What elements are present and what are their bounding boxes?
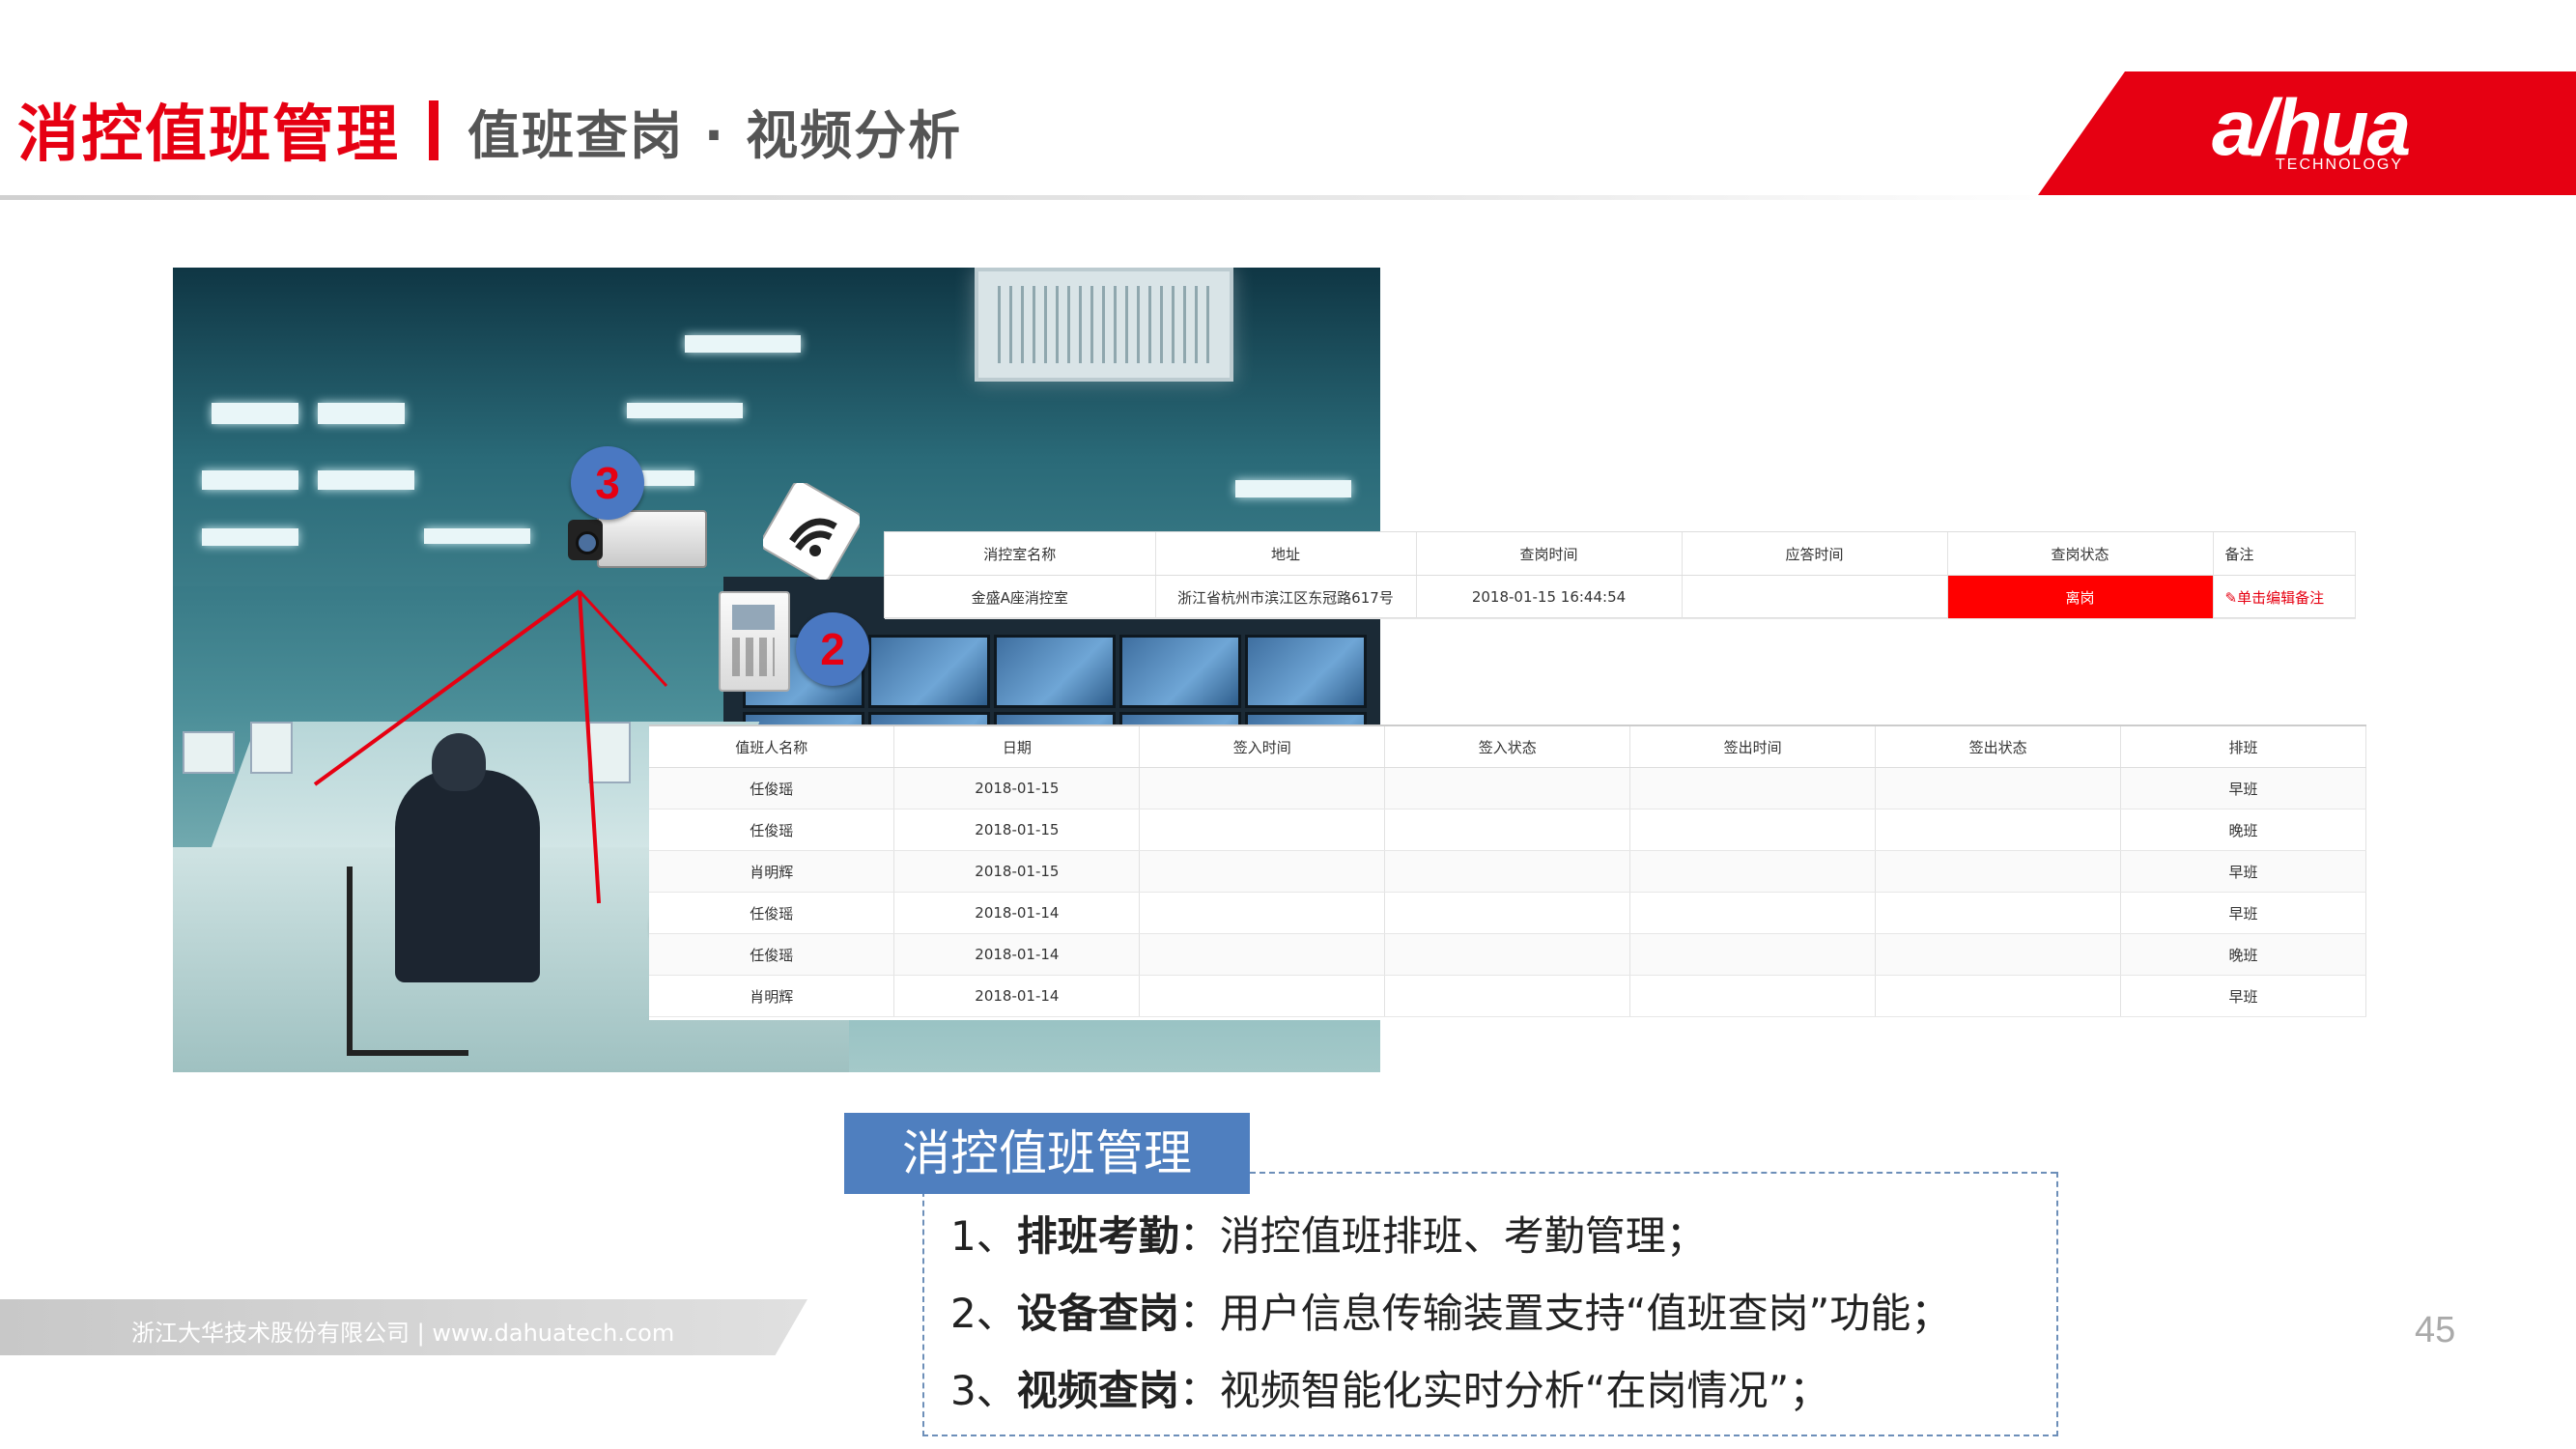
column-header: 签出状态: [1875, 726, 2122, 768]
column-header: 地址: [1155, 532, 1417, 576]
column-header: 签出时间: [1629, 726, 1877, 768]
badge-2: 2: [796, 612, 869, 686]
column-header: 排班: [2120, 726, 2366, 768]
transmission-device-icon: [719, 591, 790, 692]
date-cell: 2018-01-15: [893, 850, 1141, 893]
answer-time-cell: [1682, 575, 1948, 619]
sign-in-status-cell: [1384, 767, 1631, 810]
shift-cell: 晚班: [2120, 809, 2366, 851]
sign-in-status-cell: [1384, 933, 1631, 976]
footer-company: 浙江大华技术股份有限公司 | www.dahuatech.com: [131, 1320, 675, 1347]
sign-in-time-cell: [1139, 850, 1386, 893]
date-cell: 2018-01-15: [893, 767, 1141, 810]
column-header: 查岗时间: [1416, 532, 1683, 576]
edit-note-label: 单击编辑备注: [2237, 588, 2325, 607]
shift-cell: 早班: [2120, 767, 2366, 810]
feature-item: 2、设备查岗：用户信息传输装置支持“值班查岗”功能；: [950, 1290, 1952, 1337]
table-row: 任俊瑶 2018-01-15 早班: [649, 767, 2366, 810]
sign-out-time-cell: [1629, 933, 1877, 976]
sign-in-time-cell: [1139, 892, 1386, 934]
sign-out-time-cell: [1629, 809, 1877, 851]
table-row: 肖明辉 2018-01-15 早班: [649, 850, 2366, 893]
sign-out-status-cell: [1875, 975, 2122, 1017]
sign-in-time-cell: [1139, 975, 1386, 1017]
name-cell: 任俊瑶: [649, 767, 895, 810]
shift-cell: 早班: [2120, 850, 2366, 893]
table-header-row: 消控室名称 地址 查岗时间 应答时间 查岗状态 备注: [885, 532, 2356, 576]
name-cell: 任俊瑶: [649, 933, 895, 976]
table-row: 任俊瑶 2018-01-14 晚班: [649, 933, 2366, 976]
sign-in-time-cell: [1139, 767, 1386, 810]
shift-cell: 早班: [2120, 975, 2366, 1017]
table-row: 任俊瑶 2018-01-14 早班: [649, 892, 2366, 934]
date-cell: 2018-01-15: [893, 809, 1141, 851]
column-header: 查岗状态: [1947, 532, 2214, 576]
date-cell: 2018-01-14: [893, 892, 1141, 934]
sign-out-time-cell: [1629, 892, 1877, 934]
wireless-icon: [763, 483, 860, 580]
sign-out-status-cell: [1875, 892, 2122, 934]
feature-item: 1、排班考勤：消控值班排班、考勤管理；: [950, 1212, 1707, 1260]
sign-in-time-cell: [1139, 933, 1386, 976]
column-header: 签入状态: [1384, 726, 1631, 768]
page-number: 45: [2415, 1310, 2456, 1350]
table-header-row: 值班人名称 日期 签入时间 签入状态 签出时间 签出状态 排班: [649, 726, 2366, 768]
duty-roster-table: 值班人名称 日期 签入时间 签入状态 签出时间 签出状态 排班 任俊瑶 2018…: [649, 724, 2366, 1020]
date-cell: 2018-01-14: [893, 975, 1141, 1017]
column-header: 备注: [2213, 532, 2356, 576]
table-row: 肖明辉 2018-01-14 早班: [649, 975, 2366, 1017]
address-cell: 浙江省杭州市滨江区东冠路617号: [1155, 575, 1417, 619]
name-cell: 任俊瑶: [649, 892, 895, 934]
badge-3: 3: [571, 446, 644, 520]
feature-box-title: 消控值班管理: [844, 1113, 1250, 1194]
inspection-status-table: 消控室名称 地址 查岗时间 应答时间 查岗状态 备注 金盛A座消控室 浙江省杭州…: [884, 531, 2356, 619]
column-header: 日期: [893, 726, 1141, 768]
sign-in-status-cell: [1384, 809, 1631, 851]
sign-out-time-cell: [1629, 850, 1877, 893]
sign-in-status-cell: [1384, 975, 1631, 1017]
sign-out-status-cell: [1875, 767, 2122, 810]
sign-out-status-cell: [1875, 850, 2122, 893]
column-header: 值班人名称: [649, 726, 895, 768]
name-cell: 肖明辉: [649, 850, 895, 893]
sign-in-time-cell: [1139, 809, 1386, 851]
sign-out-status-cell: [1875, 809, 2122, 851]
feature-item: 3、视频查岗：视频智能化实时分析“在岗情况”；: [950, 1367, 1830, 1414]
sign-out-time-cell: [1629, 975, 1877, 1017]
column-header: 签入时间: [1139, 726, 1386, 768]
shift-cell: 早班: [2120, 892, 2366, 934]
shift-cell: 晚班: [2120, 933, 2366, 976]
column-header: 消控室名称: [885, 532, 1156, 576]
status-badge: 离岗: [1947, 575, 2214, 619]
sign-out-time-cell: [1629, 767, 1877, 810]
table-row: 金盛A座消控室 浙江省杭州市滨江区东冠路617号 2018-01-15 16:4…: [885, 575, 2356, 619]
inspection-time-cell: 2018-01-15 16:44:54: [1416, 575, 1683, 619]
column-header: 应答时间: [1682, 532, 1948, 576]
name-cell: 任俊瑶: [649, 809, 895, 851]
camera-icon: [568, 510, 707, 578]
pencil-icon: ✎: [2224, 588, 2238, 607]
sign-in-status-cell: [1384, 850, 1631, 893]
sign-out-status-cell: [1875, 933, 2122, 976]
date-cell: 2018-01-14: [893, 933, 1141, 976]
name-cell: 肖明辉: [649, 975, 895, 1017]
table-row: 任俊瑶 2018-01-15 晚班: [649, 809, 2366, 851]
sign-in-status-cell: [1384, 892, 1631, 934]
room-name-cell: 金盛A座消控室: [885, 575, 1156, 619]
edit-note-link[interactable]: ✎单击编辑备注: [2213, 575, 2356, 619]
